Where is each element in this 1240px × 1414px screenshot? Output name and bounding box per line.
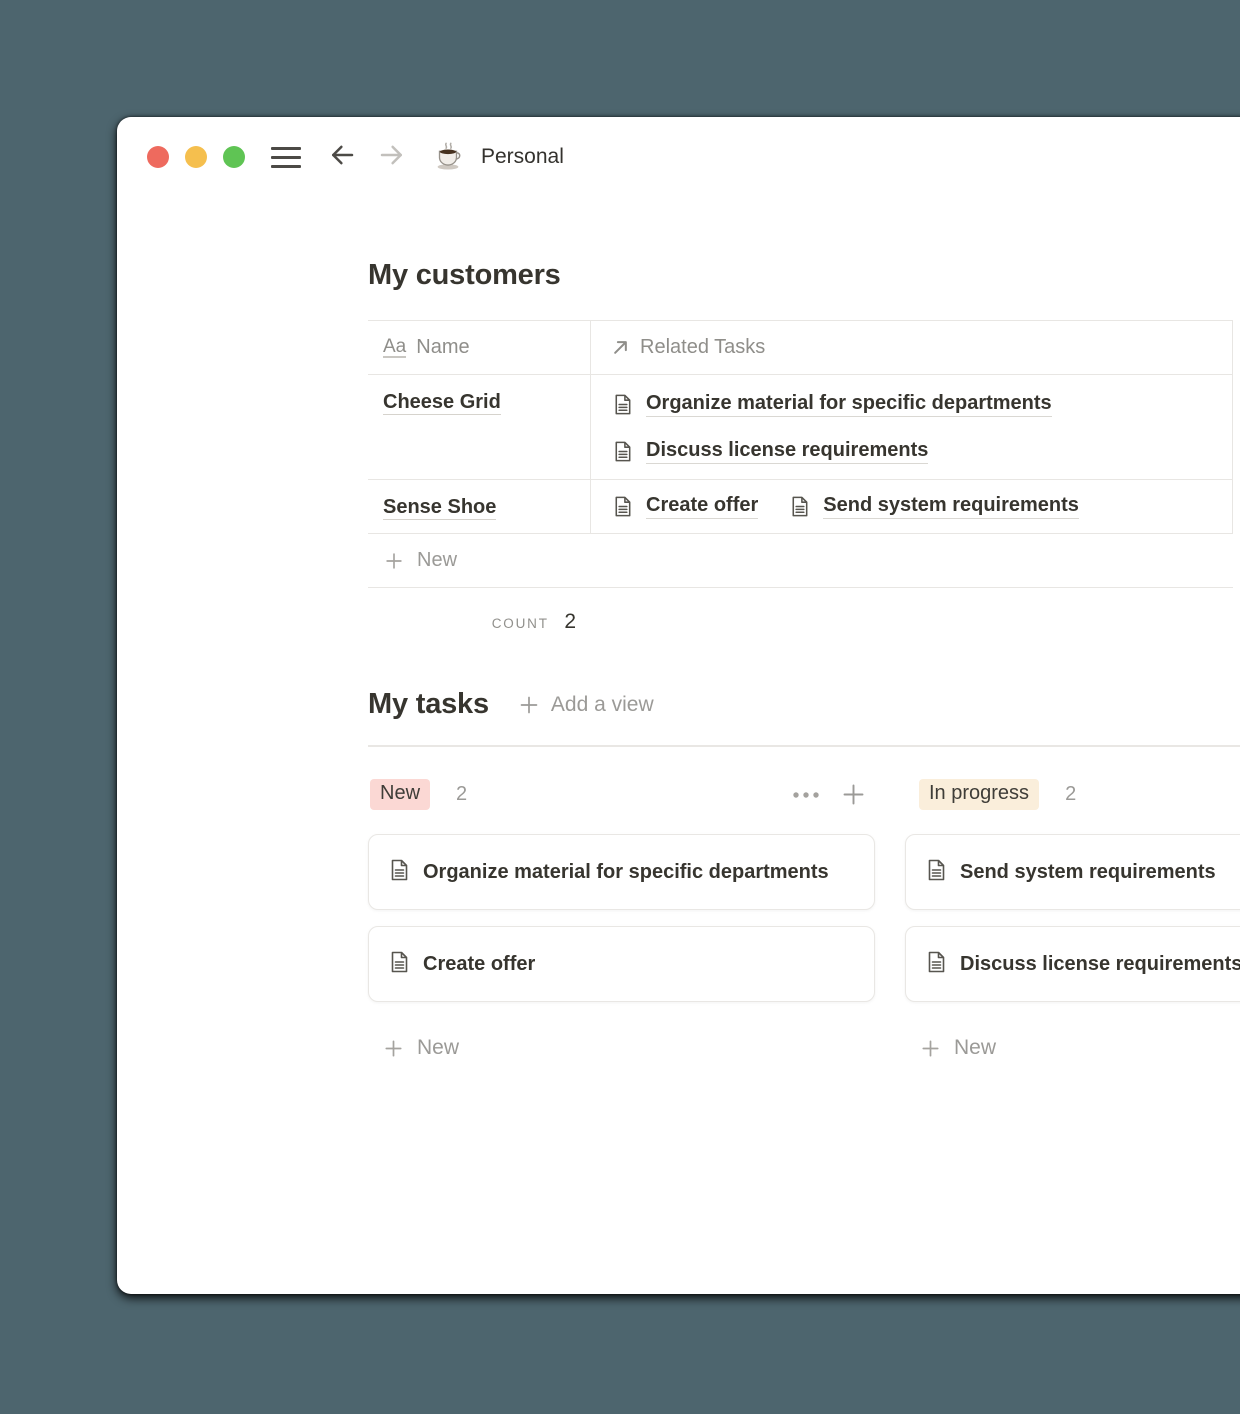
board-column-in-progress: In progress 2 Send system requirements D…: [905, 779, 1240, 1060]
customer-link[interactable]: Sense Shoe: [383, 496, 496, 520]
board-divider: [368, 745, 1240, 747]
count-label: COUNT: [492, 616, 549, 631]
page-content: My customers Aa Name Related Tasks Chees…: [117, 197, 1240, 1060]
table-row: Sense Shoe Create offer Send system requ…: [368, 480, 1233, 534]
plus-icon: [919, 1037, 942, 1060]
table-new-row-button[interactable]: New: [368, 534, 1233, 588]
page-icon: [924, 858, 948, 882]
task-card[interactable]: Discuss license requirements: [905, 926, 1240, 1002]
column-add-card-icon[interactable]: [840, 781, 867, 808]
task-link[interactable]: Discuss license requirements: [646, 439, 928, 464]
column-header: New 2: [368, 779, 875, 810]
titlebar: Personal: [117, 117, 1240, 197]
task-link[interactable]: Organize material for specific departmen…: [646, 392, 1052, 417]
plus-icon: [517, 693, 541, 717]
page-icon: [387, 858, 411, 882]
column-header-name[interactable]: Aa Name: [368, 321, 590, 374]
sidebar-toggle-icon[interactable]: [271, 147, 301, 168]
coffee-emoji-icon: [431, 140, 465, 174]
column-header: In progress 2: [905, 779, 1240, 810]
close-window-button[interactable]: [147, 146, 169, 168]
relation-arrow-icon: [611, 338, 630, 357]
add-view-button[interactable]: Add a view: [517, 693, 654, 717]
table-header-row: Aa Name Related Tasks: [368, 321, 1233, 375]
forward-icon[interactable]: [377, 140, 407, 175]
column-count: 2: [1065, 783, 1076, 806]
column-new-card-label: New: [954, 1036, 996, 1060]
customer-link[interactable]: Cheese Grid: [383, 391, 501, 415]
tasks-heading: My tasks: [368, 688, 489, 721]
task-card[interactable]: Send system requirements: [905, 834, 1240, 910]
column-header-name-label: Name: [416, 336, 469, 359]
board-column-new: New 2 Organize ma: [368, 779, 875, 1060]
column-header-related-tasks-label: Related Tasks: [640, 336, 765, 359]
table-new-row-label: New: [417, 549, 457, 572]
column-count: 2: [456, 783, 467, 806]
plus-icon: [382, 1037, 405, 1060]
column-header-related-tasks[interactable]: Related Tasks: [590, 321, 1233, 374]
task-link[interactable]: Send system requirements: [823, 494, 1079, 519]
desktop: { "window": { "titlebar": { "page_icon":…: [0, 0, 1240, 1414]
task-card[interactable]: Create offer: [368, 926, 875, 1002]
status-badge-in-progress: In progress: [919, 779, 1039, 810]
task-card[interactable]: Organize material for specific departmen…: [368, 834, 875, 910]
page-icon: [387, 950, 411, 974]
task-link[interactable]: Create offer: [646, 494, 758, 519]
traffic-lights: [147, 146, 245, 168]
minimize-window-button[interactable]: [185, 146, 207, 168]
customers-table: Aa Name Related Tasks Cheese Grid: [368, 320, 1233, 634]
card-title: Create offer: [423, 953, 535, 975]
add-view-label: Add a view: [551, 693, 654, 717]
tasks-section-header: My tasks Add a view: [368, 688, 1240, 721]
page-icon: [611, 495, 634, 518]
page-icon: [788, 495, 811, 518]
page-icon: [611, 440, 634, 463]
text-property-icon: Aa: [383, 337, 406, 359]
column-cards: Organize material for specific departmen…: [368, 834, 875, 1002]
tasks-board: New 2 Organize ma: [368, 779, 1240, 1060]
plus-icon: [383, 550, 405, 572]
table-count-footer[interactable]: COUNT 2: [368, 588, 590, 634]
column-options-icon[interactable]: [792, 791, 820, 799]
card-title: Organize material for specific departmen…: [423, 861, 829, 883]
column-new-card-button[interactable]: New: [368, 1036, 875, 1060]
back-icon[interactable]: [327, 140, 357, 175]
customers-heading: My customers: [368, 259, 1240, 292]
page-icon: [611, 393, 634, 416]
card-title: Discuss license requirements: [960, 953, 1240, 975]
column-new-card-label: New: [417, 1036, 459, 1060]
status-badge-new: New: [370, 779, 430, 810]
app-window: Personal My customers Aa Name Related Ta…: [117, 117, 1240, 1294]
count-value: 2: [564, 610, 576, 633]
zoom-window-button[interactable]: [223, 146, 245, 168]
breadcrumb-page-title[interactable]: Personal: [481, 145, 564, 169]
column-cards: Send system requirements Discuss license…: [905, 834, 1240, 1002]
card-title: Send system requirements: [960, 861, 1216, 883]
page-icon: [924, 950, 948, 974]
column-new-card-button[interactable]: New: [905, 1036, 1240, 1060]
table-row: Cheese Grid Organize material for specif…: [368, 375, 1233, 480]
